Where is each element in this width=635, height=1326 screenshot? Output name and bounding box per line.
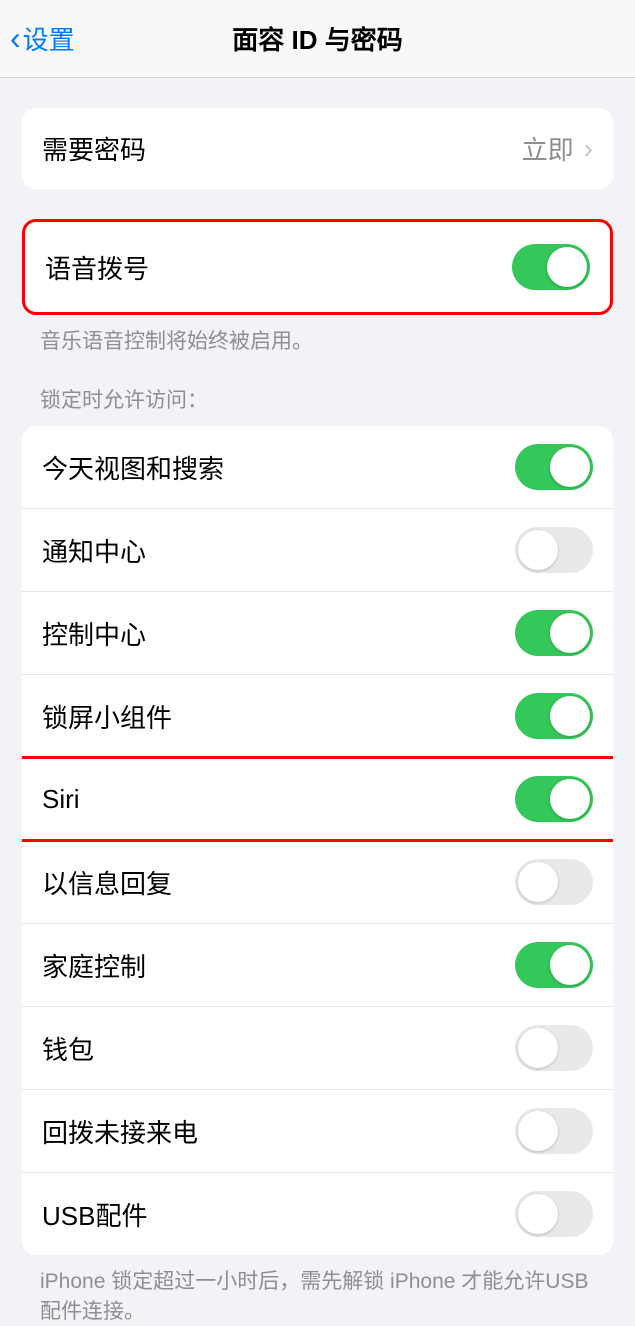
- voice-dial-label: 语音拨号: [45, 249, 149, 286]
- passcode-group: 需要密码 立即 ›: [22, 108, 613, 189]
- notification-center-toggle[interactable]: [515, 527, 593, 573]
- lock-screen-widgets-toggle[interactable]: [515, 693, 593, 739]
- locked-access-group: 今天视图和搜索 通知中心 控制中心 锁屏小组件 Siri 以信息回复 家庭控制: [22, 426, 613, 1255]
- require-passcode-label: 需要密码: [42, 130, 146, 167]
- return-missed-calls-row: 回拨未接来电: [22, 1089, 613, 1172]
- home-control-label: 家庭控制: [42, 947, 146, 984]
- today-view-toggle[interactable]: [515, 444, 593, 490]
- return-missed-calls-toggle[interactable]: [515, 1108, 593, 1154]
- today-view-row: 今天视图和搜索: [22, 426, 613, 508]
- control-center-toggle[interactable]: [515, 610, 593, 656]
- notification-center-row: 通知中心: [22, 508, 613, 591]
- reply-with-message-row: 以信息回复: [22, 840, 613, 923]
- home-control-toggle[interactable]: [515, 942, 593, 988]
- control-center-row: 控制中心: [22, 591, 613, 674]
- siri-row: Siri: [22, 757, 613, 840]
- navigation-header: ‹ 设置 面容 ID 与密码: [0, 0, 635, 78]
- reply-with-message-label: 以信息回复: [42, 864, 172, 901]
- notification-center-label: 通知中心: [42, 532, 146, 569]
- locked-access-header: 锁定时允许访问：: [0, 356, 635, 426]
- reply-with-message-toggle[interactable]: [515, 859, 593, 905]
- voice-dial-footer: 音乐语音控制将始终被启用。: [0, 315, 635, 356]
- usb-accessories-toggle[interactable]: [515, 1191, 593, 1237]
- voice-dial-toggle[interactable]: [512, 244, 590, 290]
- require-passcode-row[interactable]: 需要密码 立即 ›: [22, 108, 613, 189]
- back-label: 设置: [23, 20, 75, 57]
- siri-label: Siri: [42, 784, 80, 815]
- usb-accessories-label: USB配件: [42, 1196, 147, 1233]
- chevron-left-icon: ‹: [10, 20, 21, 57]
- lock-screen-widgets-row: 锁屏小组件: [22, 674, 613, 757]
- voice-dial-row: 语音拨号: [25, 222, 610, 312]
- require-passcode-value: 立即: [522, 130, 574, 167]
- wallet-row: 钱包: [22, 1006, 613, 1089]
- usb-accessories-row: USB配件: [22, 1172, 613, 1255]
- wallet-toggle[interactable]: [515, 1025, 593, 1071]
- return-missed-calls-label: 回拨未接来电: [42, 1113, 198, 1150]
- siri-toggle[interactable]: [515, 776, 593, 822]
- page-title: 面容 ID 与密码: [232, 20, 402, 57]
- control-center-label: 控制中心: [42, 615, 146, 652]
- home-control-row: 家庭控制: [22, 923, 613, 1006]
- usb-footer: iPhone 锁定超过一小时后，需先解锁 iPhone 才能允许USB 配件连接…: [0, 1255, 635, 1326]
- today-view-label: 今天视图和搜索: [42, 449, 224, 486]
- back-button[interactable]: ‹ 设置: [10, 20, 75, 57]
- chevron-right-icon: ›: [584, 133, 593, 165]
- lock-screen-widgets-label: 锁屏小组件: [42, 698, 172, 735]
- voice-dial-group: 语音拨号: [22, 219, 613, 315]
- wallet-label: 钱包: [42, 1030, 94, 1067]
